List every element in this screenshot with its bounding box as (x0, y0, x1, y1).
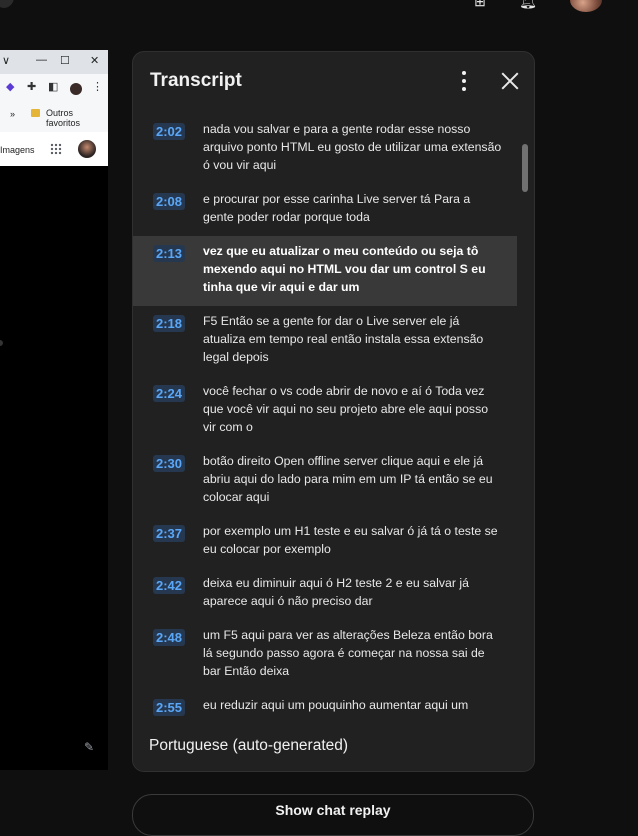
google-images-link[interactable]: Imagens (0, 145, 35, 155)
minimize-icon[interactable]: — (36, 54, 47, 66)
maximize-icon[interactable]: ☐ (60, 54, 70, 67)
segment-text: por exemplo um H1 teste e eu salvar ó já… (203, 524, 498, 556)
segment-timestamp[interactable]: 2:42 (153, 577, 186, 594)
transcript-segment[interactable]: 2:48 um F5 aqui para ver as alterações Be… (133, 620, 517, 690)
video-scrub-marker (0, 340, 3, 346)
transcript-segment[interactable]: 2:42 deixa eu diminuir aqui ó H2 teste 2 … (133, 568, 517, 620)
browser-menu-icon[interactable]: ⋮ (92, 80, 103, 93)
segment-text: nada vou salvar e para a gente rodar ess… (203, 122, 502, 172)
segment-timestamp[interactable]: 2:18 (153, 315, 186, 332)
segment-timestamp[interactable]: 2:08 (153, 193, 186, 210)
bookmark-folder-other[interactable]: Outros favoritos (46, 108, 108, 128)
transcript-segment-list[interactable]: 2:02 nada vou salvar e para a gente rodar… (133, 114, 517, 720)
segment-text: e procurar por esse carinha Live server … (203, 192, 471, 224)
panel-title: Transcript (150, 70, 242, 91)
extension-icon-purple[interactable]: ◆ (6, 80, 14, 93)
segment-text: um F5 aqui para ver as alterações Beleza… (203, 628, 493, 678)
segment-text: deixa eu diminuir aqui ó H2 teste 2 e eu… (203, 576, 469, 608)
edit-pencil-icon[interactable]: ✎ (84, 740, 94, 754)
segment-timestamp[interactable]: 2:37 (153, 525, 186, 542)
transcript-panel: Transcript 2:02 nada vou salvar e para a … (132, 51, 535, 772)
language-selector[interactable]: Portuguese (auto-generated) (133, 720, 534, 771)
notifications-bell-icon[interactable]: 🔔︎ (518, 0, 538, 8)
tab-list-chevron-icon[interactable]: ∨ (2, 54, 10, 67)
transcript-segment[interactable]: 2:37 por exemplo um H1 teste e eu salvar … (133, 516, 517, 568)
create-video-icon[interactable]: ⊞ (470, 0, 490, 8)
show-chat-replay-button[interactable]: Show chat replay (132, 794, 534, 836)
segment-text: botão direito Open offline server clique… (203, 454, 493, 504)
segment-timestamp[interactable]: 2:55 (153, 699, 186, 716)
segment-timestamp[interactable]: 2:02 (153, 123, 186, 140)
segment-text: F5 Então se a gente for dar o Live serve… (203, 314, 484, 364)
segment-text: vez que eu atualizar o meu conteúdo ou s… (203, 244, 486, 294)
close-icon[interactable] (499, 70, 521, 92)
segment-timestamp[interactable]: 2:24 (153, 385, 186, 402)
masthead: ⊞ 🔔︎ (0, 0, 638, 16)
extensions-puzzle-icon[interactable]: ✚ (27, 80, 36, 93)
folder-icon (31, 109, 40, 117)
google-page-header: Imagens (0, 132, 108, 166)
video-player[interactable]: ∨ — ☐ ✕ ◆ ✚ ◧ ⋮ » Outros favoritos Image… (0, 50, 108, 770)
show-chat-replay-label: Show chat replay (275, 802, 391, 818)
transcript-segment[interactable]: 2:24 você fechar o vs code abrir de novo … (133, 376, 517, 446)
transcript-segment[interactable]: 2:30 botão direito Open offline server cl… (133, 446, 517, 516)
google-account-avatar[interactable] (78, 140, 96, 158)
segment-text: você fechar o vs code abrir de novo e aí… (203, 384, 489, 434)
segment-timestamp[interactable]: 2:13 (153, 245, 186, 262)
window-close-icon[interactable]: ✕ (90, 54, 99, 67)
browser-window-titlebar: ∨ — ☐ ✕ (0, 50, 108, 74)
scrollbar-thumb[interactable] (522, 144, 528, 192)
language-label: Portuguese (auto-generated) (149, 737, 349, 754)
account-avatar[interactable] (570, 0, 602, 12)
bookmarks-chevron-icon[interactable]: » (10, 109, 15, 119)
profile-avatar-icon[interactable] (70, 83, 82, 95)
transcript-segment[interactable]: 2:55 eu reduzir aqui um pouquinho aumenta… (133, 690, 517, 720)
transcript-segment[interactable]: 2:08 e procurar por esse carinha Live ser… (133, 184, 517, 236)
transcript-segment[interactable]: 2:02 nada vou salvar e para a gente rodar… (133, 114, 517, 184)
segment-timestamp[interactable]: 2:30 (153, 455, 186, 472)
more-options-icon[interactable] (453, 68, 475, 94)
transcript-segment[interactable]: 2:18 F5 Então se a gente for dar o Live s… (133, 306, 517, 376)
segment-timestamp[interactable]: 2:48 (153, 629, 186, 646)
browser-toolbar: ◆ ✚ ◧ ⋮ » Outros favoritos (0, 74, 108, 133)
transcript-segment[interactable]: 2:13 vez que eu atualizar o meu conteúdo … (133, 236, 517, 306)
bookmarks-bar: » Outros favoritos (0, 106, 108, 128)
side-panel-icon[interactable]: ◧ (48, 80, 58, 93)
segment-text: eu reduzir aqui um pouquinho aumentar aq… (203, 698, 469, 720)
apps-grid-icon[interactable] (50, 143, 62, 155)
back-button[interactable] (0, 0, 14, 8)
